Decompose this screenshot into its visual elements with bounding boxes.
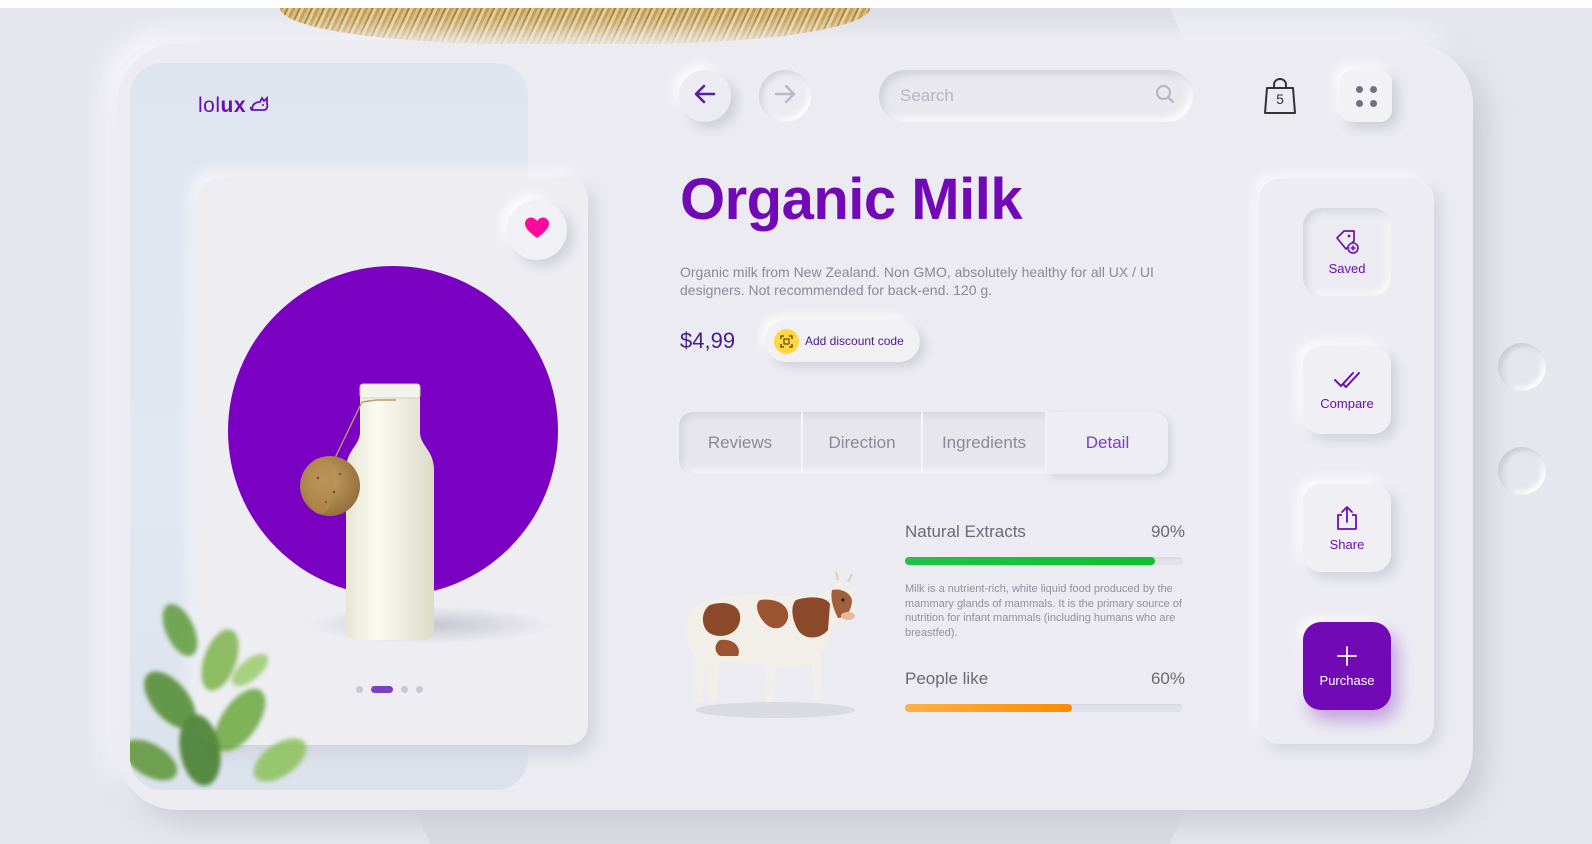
top-edge [0,0,1592,8]
product-title: Organic Milk [680,167,1023,232]
cart-button[interactable]: 5 [1262,76,1298,116]
compare-label: Compare [1320,395,1374,411]
stat-label-people-like: People like [905,669,989,688]
product-price: $4,99 [680,328,736,353]
progress-fill-natural-extracts [905,557,1156,565]
logo[interactable]: lolux [198,94,270,118]
grid-dot [1355,85,1363,93]
arrow-right-icon [774,84,796,108]
tab-direction[interactable]: Direction [803,412,923,474]
carousel-dot[interactable] [401,686,408,693]
saved-label: Saved [1328,260,1366,276]
back-button[interactable] [679,70,731,122]
product-tabs: Reviews Direction Ingredients Detail [679,412,1168,474]
share-icon [1335,505,1359,534]
product-description: Organic milk from New Zealand. Non GMO, … [680,264,1154,298]
cat-icon [249,95,270,116]
arrow-left-icon [694,84,716,108]
discount-label: Add discount code [805,334,904,348]
detail-text: Milk is a nutrient-rich, white liquid fo… [905,583,1182,639]
grid-dot [1369,99,1377,107]
favorite-button[interactable] [507,200,567,260]
heart-icon [524,216,550,244]
add-discount-button[interactable]: Add discount code [765,320,920,362]
tab-detail[interactable]: Detail [1047,412,1168,474]
grid-dot [1369,85,1377,93]
menu-button[interactable] [1340,70,1392,122]
stat-label-natural-extracts: Natural Extracts [905,522,1026,541]
carousel-dot[interactable] [416,686,423,693]
forward-button[interactable] [759,70,811,122]
stat-percent-people-like: 60% [1150,669,1185,688]
plus-icon [1336,645,1358,670]
share-label: Share [1329,536,1365,552]
tag-add-icon [1334,229,1360,258]
stat-percent-natural-extracts: 90% [1150,522,1185,541]
logo-light-text: lol [198,94,221,117]
tab-reviews[interactable]: Reviews [679,412,803,474]
logo-bold-text: ux [220,94,247,117]
grid-dot [1355,99,1363,107]
scan-icon [774,328,799,354]
side-decor-circle [1498,343,1546,391]
cow-image [680,560,865,724]
plant-decoration [130,590,330,790]
share-button[interactable]: Share [1303,484,1391,572]
saved-button[interactable]: Saved [1303,208,1391,296]
carousel-dots[interactable] [356,686,423,693]
search-icon[interactable] [1155,84,1175,108]
purchase-label: Purchase [1319,672,1375,688]
carousel-dot[interactable] [356,686,363,693]
search-field[interactable]: Search [879,70,1193,122]
double-check-icon [1333,370,1361,393]
progress-people-like [905,704,1183,712]
progress-natural-extracts [905,557,1183,565]
purchase-button[interactable]: Purchase [1303,622,1391,710]
search-input[interactable]: Search [900,86,954,106]
progress-fill-people-like [905,704,1072,712]
cart-count: 5 [1276,91,1284,107]
tab-ingredients[interactable]: Ingredients [923,412,1047,474]
side-decor-circle [1498,447,1546,495]
compare-button[interactable]: Compare [1303,346,1391,434]
carousel-dot-active[interactable] [371,686,393,693]
